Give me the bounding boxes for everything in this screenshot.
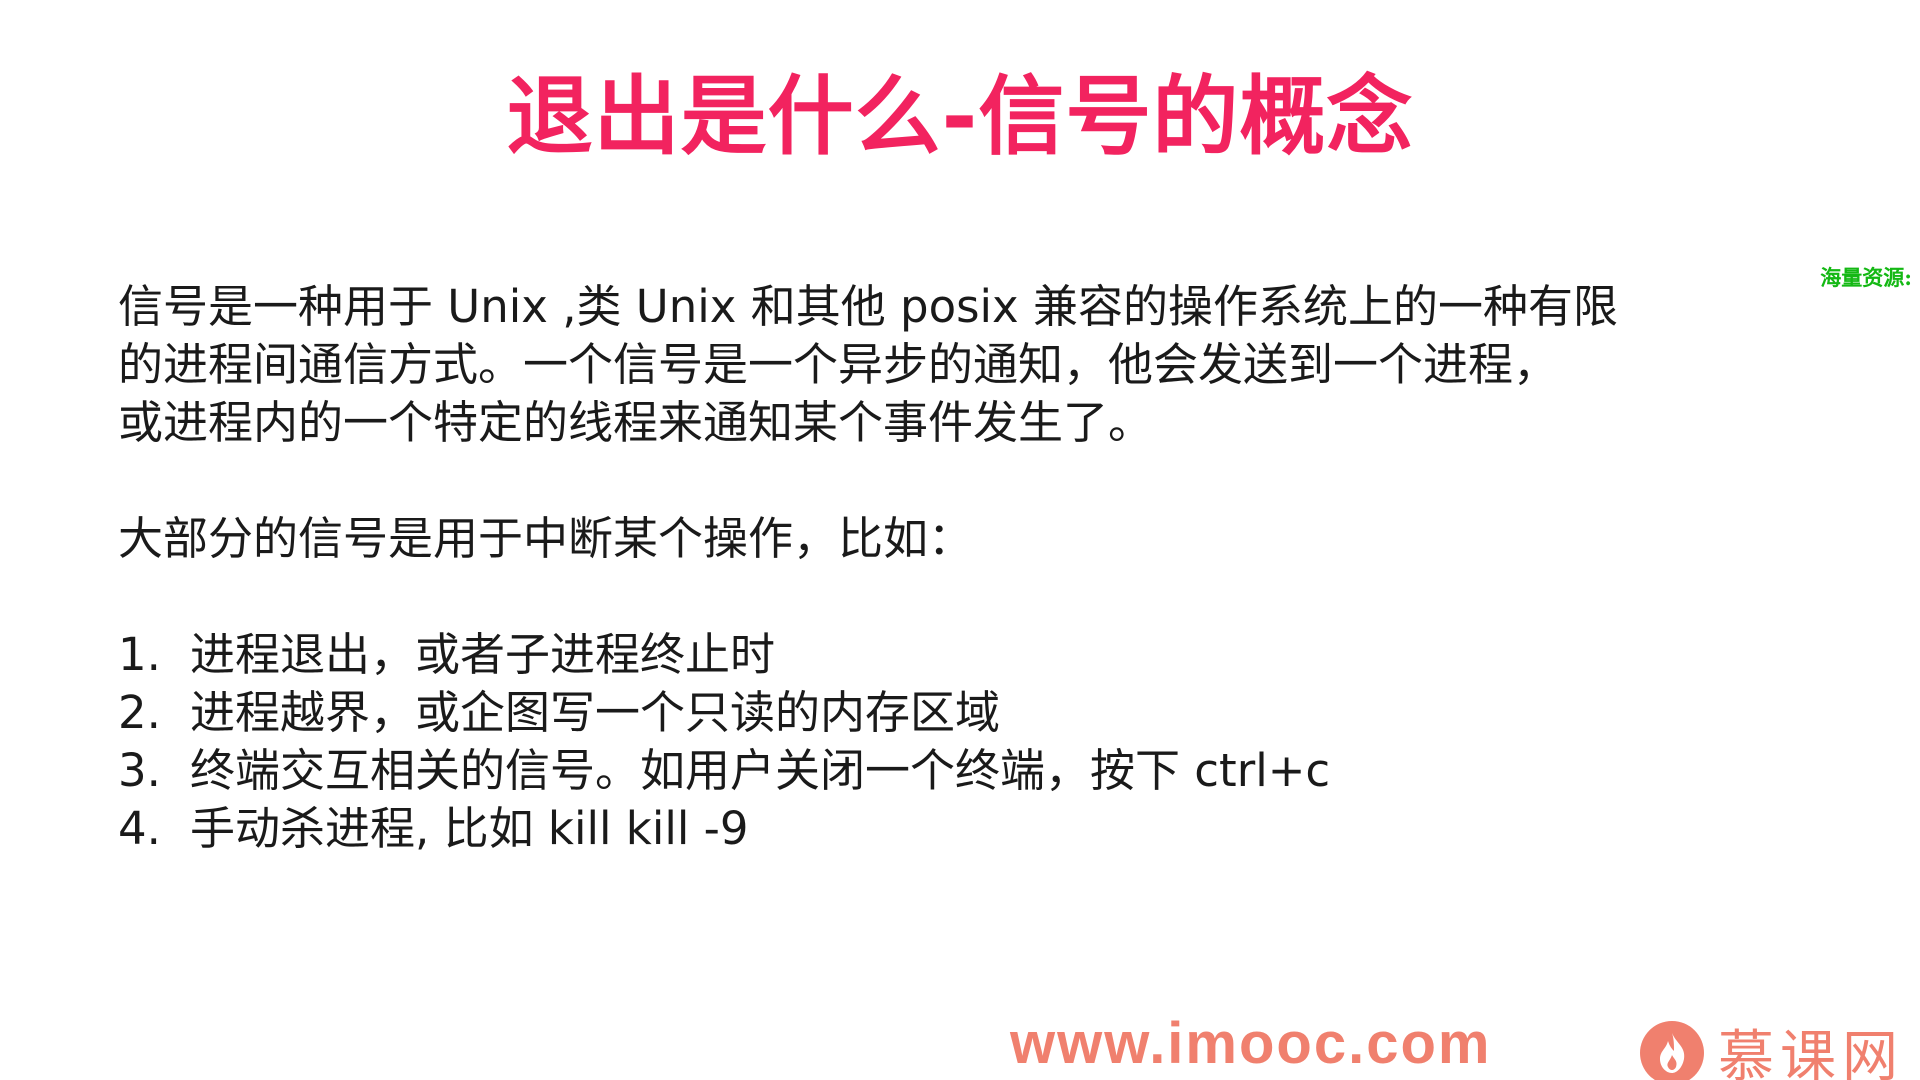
list-item: 4. 手动杀进程, 比如 kill kill -9 — [118, 800, 1718, 858]
list-text: 手动杀进程, 比如 kill kill -9 — [190, 802, 749, 855]
paragraph-line: 的进程间通信方式。一个信号是一个异步的通知，他会发送到一个进程， — [118, 338, 1559, 391]
brand-logo-group: 慕课网 — [1640, 1012, 1904, 1080]
flame-icon — [1640, 1020, 1704, 1080]
paragraph-line: 或进程内的一个特定的线程来通知某个事件发生了。 — [118, 396, 1154, 449]
list-item: 2. 进程越界，或企图写一个只读的内存区域 — [118, 684, 1718, 742]
list-item: 3. 终端交互相关的信号。如用户关闭一个终端，按下 ctrl+c — [118, 742, 1718, 800]
list-number: 2. — [118, 686, 161, 739]
paragraph-line: 信号是一种用于 Unix ,类 Unix 和其他 posix 兼容的操作系统上的… — [118, 280, 1618, 333]
list-number: 1. — [118, 628, 161, 681]
side-watermark: 海量资源: — [1820, 265, 1912, 290]
list-text: 进程退出，或者子进程终止时 — [190, 628, 776, 681]
list-item: 1. 进程退出，或者子进程终止时 — [118, 626, 1718, 684]
signal-list: 1. 进程退出，或者子进程终止时 2. 进程越界，或企图写一个只读的内存区域 3… — [118, 626, 1718, 858]
slide: 退出是什么-信号的概念 海量资源: 信号是一种用于 Unix ,类 Unix 和… — [0, 0, 1920, 1080]
list-number: 3. — [118, 744, 161, 797]
slide-title: 退出是什么-信号的概念 — [506, 67, 1414, 167]
slide-content: 信号是一种用于 Unix ,类 Unix 和其他 posix 兼容的操作系统上的… — [118, 278, 1718, 858]
paragraph-intro: 大部分的信号是用于中断某个操作，比如： — [118, 512, 974, 565]
paragraph-definition: 信号是一种用于 Unix ,类 Unix 和其他 posix 兼容的操作系统上的… — [118, 278, 1718, 452]
brand-name: 慕课网 — [1718, 1025, 1904, 1080]
footer-url: www.imooc.com — [1010, 1011, 1492, 1076]
list-text: 终端交互相关的信号。如用户关闭一个终端，按下 ctrl+c — [190, 744, 1331, 797]
list-number: 4. — [118, 802, 161, 855]
list-text: 进程越界，或企图写一个只读的内存区域 — [190, 686, 1001, 739]
